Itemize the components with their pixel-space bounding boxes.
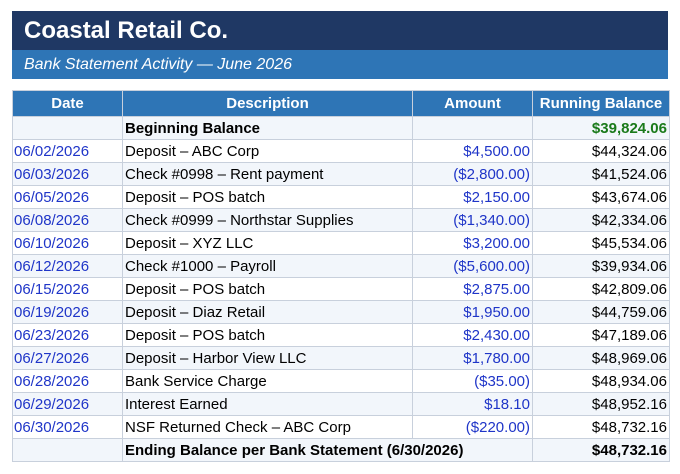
beginning-balance-value: $39,824.06 [532,116,670,140]
table-cell-description: Check #0999 – Northstar Supplies [122,208,413,232]
table-row: 06/27/2026 Deposit – Harbor View LLC $1,78… [12,346,670,370]
table-cell-balance: $47,189.06 [532,323,670,347]
title-banner: Coastal Retail Co. [12,11,668,50]
table-cell-balance: $48,952.16 [532,392,670,416]
table-cell-amount: $18.10 [412,392,533,416]
header-row: Date Description Amount Running Balance [12,90,670,117]
table-cell-amount: ($35.00) [412,369,533,393]
table-row: 06/02/2026 Deposit – ABC Corp $4,500.00 $44… [12,139,670,163]
column-header-date: Date [12,90,123,117]
table-cell-date: 06/03/2026 [12,162,123,186]
table-cell-balance: $44,759.06 [532,300,670,324]
table-cell-amount [412,116,533,140]
table-row: 06/30/2026 NSF Returned Check – ABC Corp(… [12,415,670,439]
table-row: 06/03/2026 Check #0998 – Rent payment ($2,… [12,162,670,186]
beginning-balance-row: Beginning Balance $39,824.06 [12,116,670,140]
table-row: 06/12/2026 Check #1000 – Payroll ($5,600.0… [12,254,670,278]
table-cell-description: Check #1000 – Payroll [122,254,413,278]
table-cell-amount: ($2,800.00) [412,162,533,186]
table-cell-description: Check #0998 – Rent payment [122,162,413,186]
table-row: 06/28/2026 Bank Service Charge ($35.00) $48… [12,369,670,393]
column-header-running-balance: Running Balance [532,90,670,117]
table-cell-amount: $2,430.00 [412,323,533,347]
table-cell-date: 06/05/2026 [12,185,123,209]
table-cell-date [12,438,123,462]
table-row: 06/10/2026 Deposit – XYZ LLC $3,200.00 $45,… [12,231,670,255]
table-cell-description: Deposit – POS batch [122,185,413,209]
table-cell-balance: $42,809.06 [532,277,670,301]
table-cell-amount: $4,500.00 [412,139,533,163]
table-cell-description: Deposit – Harbor View LLC [122,346,413,370]
table-cell-balance: $48,732.16 [532,415,670,439]
table-row: 06/05/2026 Deposit – POS batch $2,150.00 $4… [12,185,670,209]
table-row: 06/29/2026 Interest Earned $18.10 $48,952.1… [12,392,670,416]
table-cell-date: 06/30/2026 [12,415,123,439]
table-cell-date: 06/02/2026 [12,139,123,163]
table-cell-amount: $2,150.00 [412,185,533,209]
table-cell-balance: $43,674.06 [532,185,670,209]
table-cell-description: Interest Earned [122,392,413,416]
table-cell-amount: ($5,600.00) [412,254,533,278]
table-row: 06/08/2026 Check #0999 – Northstar Suppli… [12,208,670,232]
table-cell-description: Bank Service Charge [122,369,413,393]
table-cell-amount: $1,950.00 [412,300,533,324]
table-cell-date: 06/29/2026 [12,392,123,416]
table-cell-date: 06/10/2026 [12,231,123,255]
table-cell-description: NSF Returned Check – ABC Corp [122,415,413,439]
subtitle-bar: Bank Statement Activity — June 2026 [12,50,668,79]
table-cell-description: Deposit – POS batch [122,323,413,347]
table-cell-description: Deposit – XYZ LLC [122,231,413,255]
table-cell-date: 06/27/2026 [12,346,123,370]
table-cell-date: 06/28/2026 [12,369,123,393]
table-cell-date: 06/08/2026 [12,208,123,232]
company-title: Coastal Retail Co. [24,17,229,44]
table-cell-amount: $2,875.00 [412,277,533,301]
table-cell-date: 06/19/2026 [12,300,123,324]
table-cell-date: 06/15/2026 [12,277,123,301]
table-cell-amount: ($220.00) [412,415,533,439]
table-cell-balance: $45,534.06 [532,231,670,255]
table-row: 06/19/2026 Deposit – Diaz Retail $1,950.00… [12,300,670,324]
table-cell-date: 06/23/2026 [12,323,123,347]
statement-subtitle: Bank Statement Activity — June 2026 [24,56,292,73]
table-row: 06/23/2026 Deposit – POS batch $2,430.00 $4… [12,323,670,347]
column-header-description: Description [122,90,413,117]
table-cell-date [12,116,123,140]
table-row: 06/15/2026 Deposit – POS batch $2,875.00 $4… [12,277,670,301]
table-cell-amount: $1,780.00 [412,346,533,370]
table-cell-balance: $44,324.06 [532,139,670,163]
table-cell-description: Deposit – ABC Corp [122,139,413,163]
ending-balance-value: $48,732.16 [532,438,670,462]
table-cell-date: 06/12/2026 [12,254,123,278]
ending-balance-label: Ending Balance per Bank Statement (6/30/… [122,438,533,462]
ending-balance-row: Ending Balance per Bank Statement (6/30/… [12,438,670,462]
table-cell-amount: $3,200.00 [412,231,533,255]
table-cell-balance: $48,969.06 [532,346,670,370]
table-cell-balance: $41,524.06 [532,162,670,186]
table-cell-amount: ($1,340.00) [412,208,533,232]
beginning-balance-label: Beginning Balance [122,116,413,140]
bank-statement-table: Date Description Amount Running Balance … [12,90,670,462]
table-cell-description: Deposit – Diaz Retail [122,300,413,324]
column-header-amount: Amount [412,90,533,117]
table-cell-balance: $42,334.06 [532,208,670,232]
table-cell-balance: $39,934.06 [532,254,670,278]
table-cell-description: Deposit – POS batch [122,277,413,301]
table-cell-balance: $48,934.06 [532,369,670,393]
